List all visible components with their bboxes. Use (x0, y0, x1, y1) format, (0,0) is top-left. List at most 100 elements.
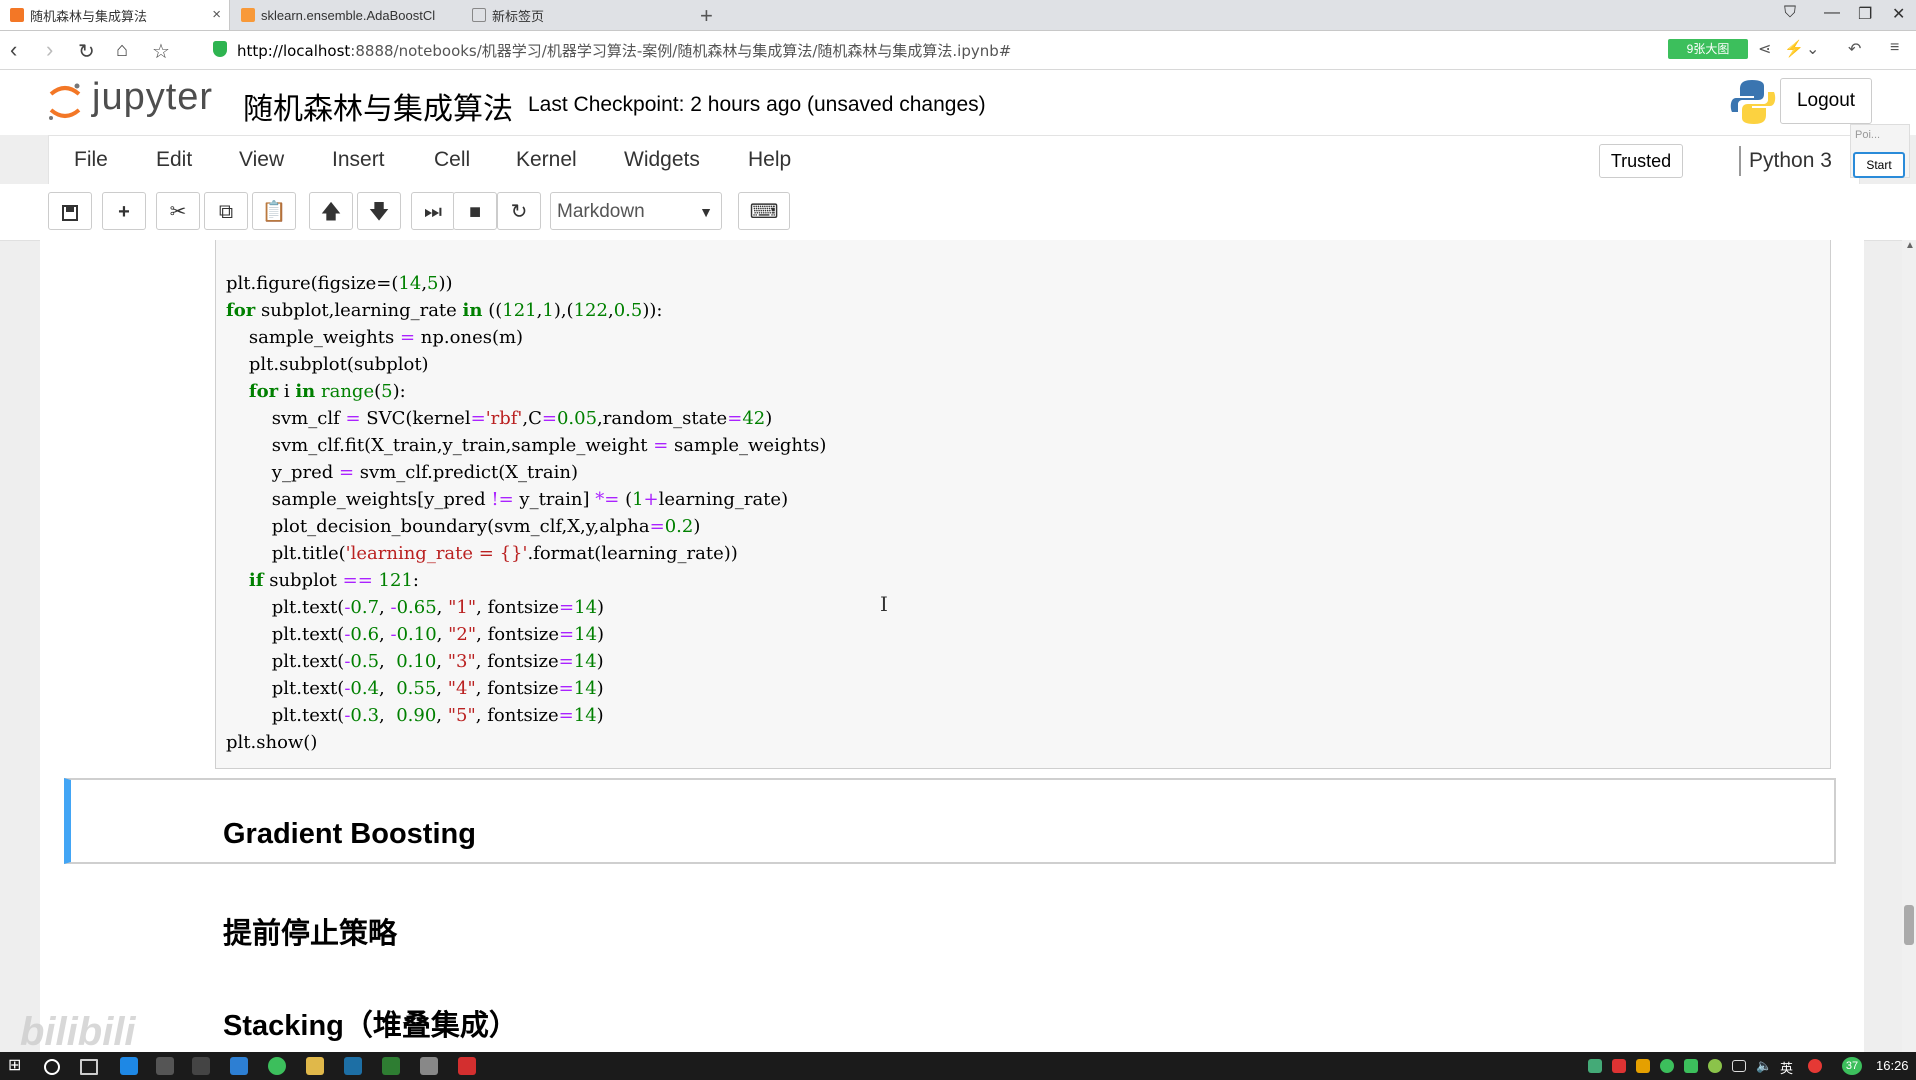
tray-icon[interactable] (1612, 1059, 1626, 1073)
browser-360-icon[interactable] (268, 1057, 286, 1075)
tray-icon[interactable] (1684, 1059, 1698, 1073)
divider (1739, 146, 1741, 176)
code-line: sample_weights[y_pred != y_train] *= (1+… (226, 489, 789, 510)
menu-view[interactable]: View (239, 148, 284, 172)
tray-icon[interactable] (1708, 1059, 1722, 1073)
menu-edit[interactable]: Edit (156, 148, 192, 172)
volume-icon[interactable]: 🔈 (1756, 1058, 1772, 1074)
code-editor[interactable]: plt.figure(figsize=(14,5)) for subplot,l… (226, 270, 826, 756)
notification-badge[interactable]: 37 (1842, 1057, 1862, 1075)
arrow-down-icon: 🡇 (368, 201, 390, 223)
edge-icon[interactable] (120, 1057, 138, 1075)
cut-button[interactable]: ✂ (156, 192, 200, 230)
logout-button[interactable]: Logout (1780, 78, 1872, 124)
scroll-thumb[interactable] (1904, 905, 1914, 945)
menu-cell[interactable]: Cell (434, 148, 470, 172)
chevron-down-icon[interactable]: ⌄ (1806, 39, 1819, 59)
code-line: for subplot,learning_rate in ((121,1),(1… (226, 300, 663, 321)
network-icon[interactable] (1732, 1060, 1746, 1072)
menu-icon[interactable]: ≡ (1890, 39, 1899, 57)
scroll-up-icon[interactable]: ▲ (1905, 240, 1915, 251)
task-view-icon[interactable] (80, 1059, 98, 1075)
code-line: for i in range(5): (248, 381, 406, 402)
command-palette-button[interactable]: ⌨ (738, 192, 790, 230)
copy-icon: ⧉ (218, 201, 234, 223)
cell-type-select[interactable]: Markdown ▼ (550, 192, 722, 230)
insert-cell-button[interactable]: + (102, 192, 146, 230)
vertical-scrollbar[interactable]: ▲ (1902, 240, 1916, 1052)
undo-icon[interactable]: ↶ (1848, 39, 1861, 59)
url-path: :8888/notebooks/机器学习/机器学习算法-案例/随机森林与集成算法… (350, 42, 1012, 60)
start-button[interactable]: Start (1853, 152, 1905, 178)
notebook-name[interactable]: 随机森林与集成算法 (243, 84, 513, 128)
windows-start-icon[interactable]: ⊞ (8, 1055, 26, 1074)
browser-tab-sklearn[interactable]: sklearn.ensemble.AdaBoostCl (231, 0, 461, 30)
menu-insert[interactable]: Insert (332, 148, 385, 172)
code-line: y_pred = svm_clf.predict(X_train) (226, 462, 578, 483)
minimize-icon[interactable]: — (1824, 4, 1840, 22)
restart-button[interactable]: ↻ (497, 192, 541, 230)
heading-stacking: Stacking（堆叠集成） (223, 1010, 518, 1042)
code-line: svm_clf = SVC(kernel='rbf',C=0.05,random… (226, 408, 773, 429)
move-up-button[interactable]: 🡅 (309, 192, 353, 230)
search-icon[interactable] (44, 1059, 60, 1075)
kernel-name[interactable]: Python 3 (1749, 149, 1832, 173)
code-line: plt.subplot(subplot) (226, 354, 429, 375)
new-tab-icon[interactable]: + (700, 3, 713, 29)
tray-icon[interactable] (1660, 1059, 1674, 1073)
run-button[interactable]: ⏭ (411, 192, 455, 230)
browser-tab-notebook[interactable]: 随机森林与集成算法 × (0, 0, 230, 30)
pycharm-icon[interactable] (420, 1057, 438, 1075)
code-cell[interactable]: plt.figure(figsize=(14,5)) for subplot,l… (215, 240, 1831, 769)
recorder-icon[interactable] (458, 1057, 476, 1075)
url-field[interactable]: http://localhost:8888/notebooks/机器学习/机器学… (237, 40, 1011, 61)
browser-tab-newtab[interactable]: 新标签页 (462, 0, 692, 30)
close-window-icon[interactable]: ✕ (1892, 4, 1905, 24)
popup-label: Poi... (1855, 129, 1881, 141)
code-line: plt.title('learning_rate = {}'.format(le… (226, 543, 738, 564)
store-icon[interactable] (156, 1057, 174, 1075)
heading-early-stopping: 提前停止策略 (223, 918, 398, 950)
input-language[interactable]: 英 (1780, 1058, 1793, 1077)
arrow-up-icon: 🡅 (320, 201, 342, 223)
menu-kernel[interactable]: Kernel (516, 148, 577, 172)
clock[interactable]: 16:26 (1876, 1058, 1909, 1073)
antivirus-icon[interactable] (1808, 1059, 1822, 1073)
interrupt-button[interactable]: ■ (453, 192, 497, 230)
trusted-indicator[interactable]: Trusted (1599, 144, 1683, 178)
image-badge[interactable]: 9张大图 (1668, 39, 1748, 59)
star-icon[interactable]: ☆ (152, 39, 170, 64)
reload-icon[interactable]: ↻ (78, 39, 95, 64)
sklearn-tab-icon (241, 8, 255, 22)
tray-icon[interactable] (1636, 1059, 1650, 1073)
shirt-icon[interactable]: ⛉ (1784, 4, 1796, 22)
menu-help[interactable]: Help (748, 148, 791, 172)
copy-button[interactable]: ⧉ (204, 192, 248, 230)
browser-tab-bar: 随机森林与集成算法 × sklearn.ensemble.AdaBoostCl … (0, 0, 1916, 31)
restore-icon[interactable]: ❐ (1858, 4, 1872, 24)
keyboard-icon: ⌨ (749, 201, 779, 223)
menu-widgets[interactable]: Widgets (624, 148, 700, 172)
paste-button[interactable]: 📋 (252, 192, 296, 230)
close-tab-icon[interactable]: × (212, 6, 221, 23)
lightning-icon[interactable]: ⚡ (1784, 39, 1804, 59)
explorer-icon[interactable] (306, 1057, 324, 1075)
vscode-icon[interactable] (230, 1057, 248, 1075)
back-icon[interactable]: ‹ (10, 37, 17, 63)
forward-icon[interactable]: › (46, 37, 53, 63)
checkpoint-status: Last Checkpoint: 2 hours ago (unsaved ch… (528, 93, 986, 116)
app-icon[interactable] (344, 1057, 362, 1075)
mail-icon[interactable] (192, 1057, 210, 1075)
terminal-icon[interactable] (382, 1057, 400, 1075)
menu-file[interactable]: File (74, 148, 108, 172)
security-shield-icon (213, 41, 227, 57)
jupyter-logo-icon[interactable] (45, 80, 85, 124)
restart-icon: ↻ (510, 201, 528, 223)
menu-bar: File Edit View Insert Cell Kernel Widget… (48, 135, 1860, 185)
text-cursor-icon: I (880, 592, 888, 616)
share-icon[interactable]: ⋖ (1758, 39, 1771, 59)
home-icon[interactable]: ⌂ (116, 39, 128, 62)
save-button[interactable] (48, 192, 92, 230)
move-down-button[interactable]: 🡇 (357, 192, 401, 230)
tray-icon[interactable] (1588, 1059, 1602, 1073)
